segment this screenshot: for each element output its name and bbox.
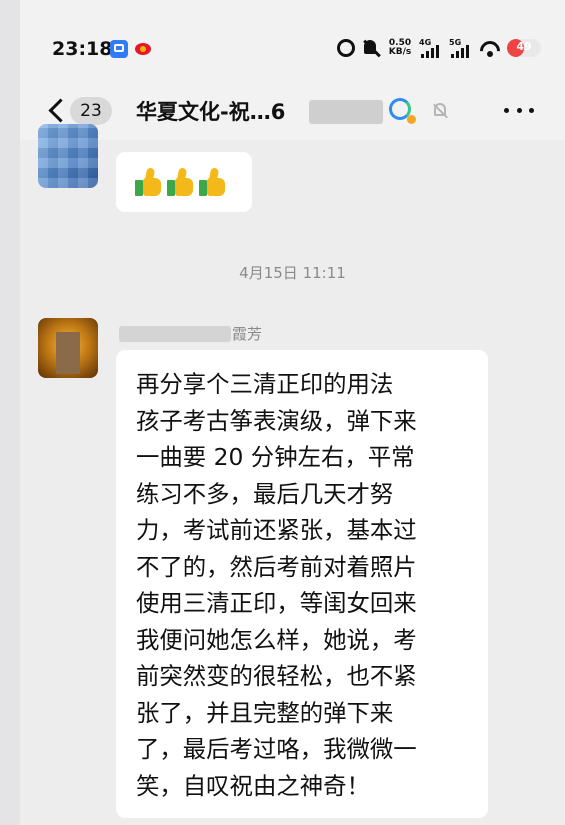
thumbs-up-icon [134, 167, 164, 197]
message-bubble-text[interactable]: 再分享个三清正印的用法 孩子考古筝表演级，弹下来 一曲要 20 分钟左右，平常 … [116, 350, 488, 818]
message-timestamp: 4月15日 11:11 [239, 264, 346, 282]
weibo-notification-icon [134, 40, 152, 58]
status-icons: 0.50 KB/s 4G 5G 49 [337, 36, 541, 60]
battery-icon: 49 [507, 39, 541, 57]
status-time: 23:18 [52, 38, 113, 60]
chat-header: 23 华夏文化-祝…6 [20, 82, 565, 140]
app-notification-icon [110, 40, 128, 58]
alarm-icon [337, 39, 355, 57]
thumbs-up-icon [166, 167, 196, 197]
network-speed-unit: KB/s [388, 47, 412, 57]
sender-name-redaction [119, 326, 231, 342]
more-icon[interactable] [504, 108, 534, 114]
signal-4g-icon: 4G [419, 38, 443, 58]
avatar[interactable] [38, 318, 98, 378]
status-bar: 23:18 0.50 KB/s 4G 5G 49 [20, 0, 565, 95]
battery-percent: 49 [516, 40, 532, 53]
avatar[interactable] [38, 124, 98, 188]
unread-count-badge[interactable]: 23 [70, 97, 112, 125]
chat-screen: 23:18 0.50 KB/s 4G 5G 49 23 华夏文化-祝…6 4月1… [20, 0, 565, 825]
sender-name: 霞芳 [232, 325, 263, 343]
mute-icon [361, 38, 381, 58]
ai-search-icon[interactable] [387, 96, 417, 126]
bell-off-icon [432, 102, 448, 120]
message-bubble-emoji[interactable] [116, 152, 252, 212]
thumbs-up-icon [198, 167, 228, 197]
wifi-icon [479, 39, 501, 57]
title-redaction [309, 100, 383, 124]
back-icon[interactable] [46, 96, 66, 124]
signal-5g-icon: 5G [449, 38, 473, 58]
network-speed: 0.50 KB/s [387, 39, 413, 57]
